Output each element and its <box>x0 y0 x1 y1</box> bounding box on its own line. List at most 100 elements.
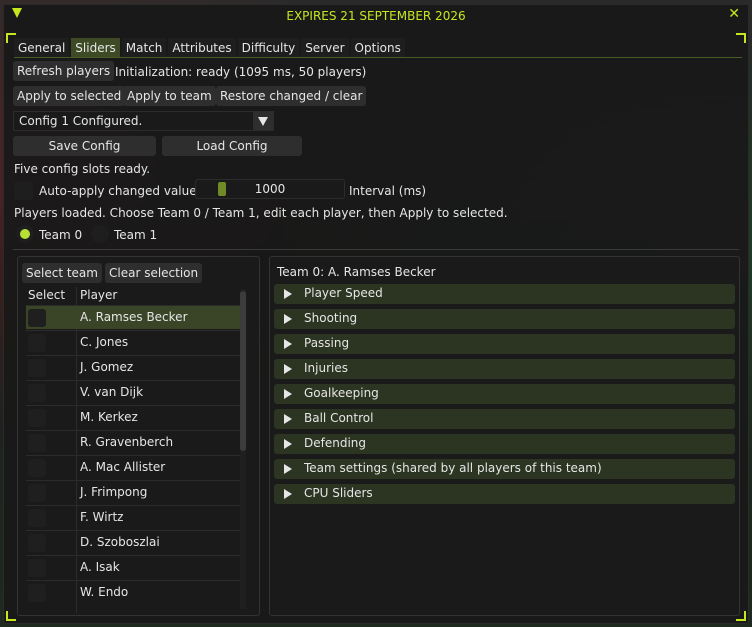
window-title: EXPIRES 21 SEPTEMBER 2026 <box>286 9 466 23</box>
section-passing[interactable]: Passing <box>274 334 735 354</box>
player-name: A. Isak <box>80 560 120 574</box>
chevron-right-icon <box>284 414 292 424</box>
row-checkbox[interactable] <box>28 484 46 502</box>
restore-clear-button[interactable]: Restore changed / clear <box>216 86 367 106</box>
player-name: V. van Dijk <box>80 385 144 399</box>
apply-team-button[interactable]: Apply to team <box>123 86 216 106</box>
player-name: W. Endo <box>80 585 129 599</box>
table-row[interactable]: M. Kerkez <box>26 405 242 429</box>
tab-attributes[interactable]: Attributes <box>168 38 236 58</box>
collapse-triangle-icon[interactable] <box>12 8 22 18</box>
section-divider <box>13 249 739 250</box>
player-name: J. Gomez <box>80 360 134 374</box>
main-window: EXPIRES 21 SEPTEMBER 2026 ✕ General Slid… <box>3 4 749 624</box>
tab-match[interactable]: Match <box>121 38 167 58</box>
table-row[interactable]: A. Ramses Becker <box>26 305 242 329</box>
save-config-button[interactable]: Save Config <box>13 136 156 156</box>
team0-label: Team 0 <box>39 228 83 242</box>
section-player-speed[interactable]: Player Speed <box>274 284 735 304</box>
row-checkbox[interactable] <box>28 434 46 452</box>
panel-header: Team 0: A. Ramses Becker <box>277 265 436 279</box>
player-settings-panel: Team 0: A. Ramses Becker Player Speed Sh… <box>269 256 740 616</box>
team1-label: Team 1 <box>114 228 158 242</box>
chevron-right-icon <box>284 489 292 499</box>
table-row[interactable]: F. Wirtz <box>26 505 242 529</box>
chevron-right-icon <box>284 464 292 474</box>
row-checkbox[interactable] <box>28 534 46 552</box>
row-checkbox[interactable] <box>28 584 46 602</box>
refresh-players-button[interactable]: Refresh players <box>13 61 115 81</box>
autoapply-checkbox[interactable] <box>14 181 33 200</box>
chevron-right-icon <box>284 364 292 374</box>
table-row[interactable]: D. Szoboszlai <box>26 530 242 554</box>
tab-server[interactable]: Server <box>301 38 349 58</box>
scroll-thumb[interactable] <box>240 291 246 451</box>
chevron-right-icon <box>284 314 292 324</box>
apply-selected-button[interactable]: Apply to selected <box>13 86 126 106</box>
chevron-right-icon <box>284 439 292 449</box>
tab-divider <box>14 57 742 58</box>
tab-sliders[interactable]: Sliders <box>71 38 120 58</box>
corner-bracket-icon <box>6 611 16 621</box>
player-name: A. Ramses Becker <box>80 310 188 324</box>
team0-radio[interactable] <box>16 225 34 243</box>
team1-radio[interactable] <box>91 225 109 243</box>
section-label: Defending <box>304 436 367 450</box>
row-checkbox[interactable] <box>28 309 46 327</box>
row-checkbox[interactable] <box>28 384 46 402</box>
title-bar[interactable]: EXPIRES 21 SEPTEMBER 2026 ✕ <box>4 5 748 27</box>
section-label: Player Speed <box>304 286 383 300</box>
section-label: Passing <box>304 336 350 350</box>
section-shooting[interactable]: Shooting <box>274 309 735 329</box>
config-select[interactable]: Config 1 Configured. <box>13 111 274 131</box>
chevron-down-icon[interactable] <box>253 112 273 130</box>
tab-options[interactable]: Options <box>350 38 405 58</box>
table-row[interactable]: A. Mac Allister <box>26 455 242 479</box>
hint-text: Players loaded. Choose Team 0 / Team 1, … <box>14 206 508 220</box>
row-checkbox[interactable] <box>28 334 46 352</box>
load-config-button[interactable]: Load Config <box>162 136 302 156</box>
table-row[interactable]: V. van Dijk <box>26 380 242 404</box>
tab-difficulty[interactable]: Difficulty <box>237 38 300 58</box>
player-name: R. Gravenberch <box>80 435 174 449</box>
chevron-right-icon <box>284 389 292 399</box>
interval-slider[interactable]: 1000 <box>195 179 345 199</box>
table-row[interactable]: C. Jones <box>26 330 242 354</box>
config-status: Five config slots ready. <box>14 162 151 176</box>
player-list-scrollbar[interactable] <box>240 289 246 609</box>
interval-label: Interval (ms) <box>349 184 427 198</box>
player-name: F. Wirtz <box>80 510 124 524</box>
select-team-button[interactable]: Select team <box>22 263 102 283</box>
section-label: CPU Sliders <box>304 486 373 500</box>
player-name: D. Szoboszlai <box>80 535 160 549</box>
section-goalkeeping[interactable]: Goalkeeping <box>274 384 735 404</box>
col-player-header: Player <box>80 288 118 302</box>
section-injuries[interactable]: Injuries <box>274 359 735 379</box>
chevron-right-icon <box>284 339 292 349</box>
corner-bracket-icon <box>736 33 746 43</box>
player-name: A. Mac Allister <box>80 460 166 474</box>
table-row[interactable]: J. Gomez <box>26 355 242 379</box>
section-cpu-sliders[interactable]: CPU Sliders <box>274 484 735 504</box>
table-row[interactable]: W. Endo <box>26 580 242 604</box>
player-table: Select Player A. Ramses Becker C. Jones … <box>24 287 244 613</box>
player-list-panel: Select team Clear selection Select Playe… <box>17 256 260 616</box>
section-team-settings[interactable]: Team settings (shared by all players of … <box>274 459 735 479</box>
row-checkbox[interactable] <box>28 459 46 477</box>
close-icon[interactable]: ✕ <box>728 6 740 22</box>
player-name: J. Frimpong <box>80 485 148 499</box>
tab-general[interactable]: General <box>14 38 70 58</box>
section-label: Shooting <box>304 311 358 325</box>
table-row[interactable]: R. Gravenberch <box>26 430 242 454</box>
section-ball-control[interactable]: Ball Control <box>274 409 735 429</box>
section-label: Goalkeeping <box>304 386 379 400</box>
player-name: M. Kerkez <box>80 410 138 424</box>
row-checkbox[interactable] <box>28 559 46 577</box>
row-checkbox[interactable] <box>28 509 46 527</box>
clear-selection-button[interactable]: Clear selection <box>105 263 203 283</box>
section-defending[interactable]: Defending <box>274 434 735 454</box>
table-row[interactable]: A. Isak <box>26 555 242 579</box>
table-row[interactable]: J. Frimpong <box>26 480 242 504</box>
row-checkbox[interactable] <box>28 409 46 427</box>
row-checkbox[interactable] <box>28 359 46 377</box>
